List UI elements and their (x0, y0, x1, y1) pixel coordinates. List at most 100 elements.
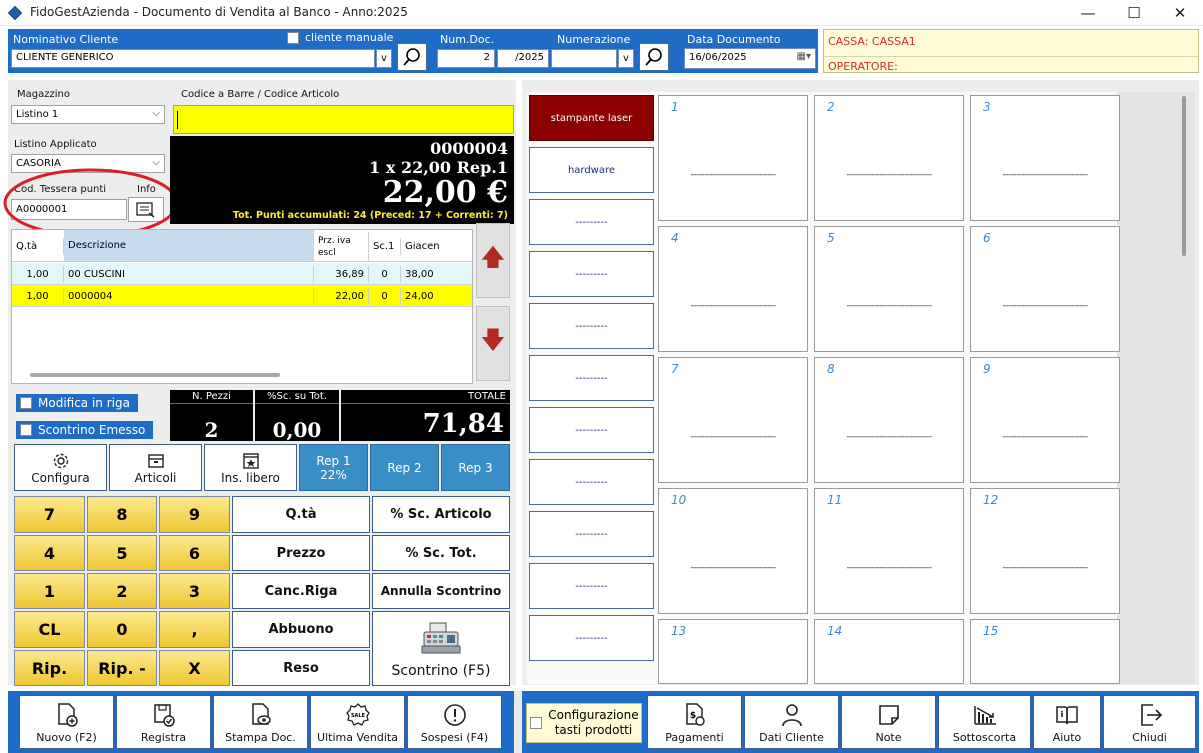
sc-articolo-button[interactable]: % Sc. Articolo (372, 496, 510, 533)
rep3-button[interactable]: Rep 3 (441, 444, 510, 491)
scroll-up-button[interactable]: 🡅 (476, 223, 510, 298)
category-empty[interactable]: --------- (529, 407, 654, 453)
stampa-doc-button[interactable]: Stampa Doc. (213, 695, 308, 749)
maximize-button[interactable]: ☐ (1111, 0, 1157, 26)
sottoscorta-button[interactable]: Sottoscorta (938, 695, 1031, 749)
key-rip-minus[interactable]: Rip. - (87, 650, 157, 686)
product-tile[interactable]: 9 ------------------------------- (970, 357, 1120, 483)
reso-button[interactable]: Reso (232, 650, 370, 686)
grid-header-qta[interactable]: Q.tà (12, 238, 64, 255)
annulla-scontrino-button[interactable]: Annulla Scontrino (372, 573, 510, 609)
product-tile[interactable]: 12 ------------------------------- (970, 488, 1120, 614)
product-tile[interactable]: 14 (814, 619, 964, 684)
category-hardware[interactable]: hardware (529, 147, 654, 193)
category-empty[interactable]: --------- (529, 355, 654, 401)
key-cl[interactable]: CL (14, 611, 85, 648)
product-tile[interactable]: 3 ------------------------------- (970, 95, 1120, 221)
numerazione-dropdown-button[interactable]: v (618, 49, 634, 68)
ins-libero-button[interactable]: Ins. libero (204, 444, 297, 491)
qta-button[interactable]: Q.tà (232, 496, 370, 533)
grid-header-giacenza[interactable]: Giacen (401, 238, 472, 255)
product-tile[interactable]: 2 ------------------------------- (814, 95, 964, 221)
product-tile[interactable]: 8 ------------------------------- (814, 357, 964, 483)
ultima-vendita-button[interactable]: SALE Ultima Vendita (310, 695, 405, 749)
aiuto-button[interactable]: i Aiuto (1033, 695, 1101, 749)
key-7[interactable]: 7 (14, 496, 85, 533)
scroll-down-button[interactable]: 🡇 (476, 306, 510, 381)
config-tasti-toggle[interactable]: Configurazione tasti prodotti (526, 703, 642, 743)
numerazione-input[interactable] (551, 49, 617, 68)
articoli-button[interactable]: Articoli (109, 444, 202, 491)
dati-cliente-button[interactable]: Dati Cliente (744, 695, 839, 749)
rep2-button[interactable]: Rep 2 (370, 444, 439, 491)
numerazione-search-button[interactable] (639, 43, 669, 71)
key-6[interactable]: 6 (159, 535, 230, 571)
cliente-input[interactable]: CLIENTE GENERICO (11, 49, 375, 68)
calendar-icon[interactable]: ▦▾ (797, 51, 811, 62)
key-9[interactable]: 9 (159, 496, 230, 533)
close-button[interactable]: ✕ (1157, 0, 1203, 26)
modifica-riga-toggle[interactable]: Modifica in riga (16, 394, 138, 412)
scontrino-button[interactable]: Scontrino (F5) (372, 611, 510, 686)
category-empty[interactable]: --------- (529, 615, 654, 661)
product-tile[interactable]: 6 ------------------------------- (970, 226, 1120, 352)
configura-button[interactable]: Configura (14, 444, 107, 491)
numdoc-input[interactable]: 2 (437, 49, 495, 68)
table-row[interactable]: 1,00 00 CUSCINI 36,89 0 38,00 (12, 263, 472, 285)
prezzo-button[interactable]: Prezzo (232, 535, 370, 571)
products-scrollbar[interactable] (1182, 96, 1186, 256)
key-1[interactable]: 1 (14, 573, 85, 609)
minimize-button[interactable]: — (1065, 0, 1111, 26)
product-tile[interactable]: 1 ------------------------------- (658, 95, 808, 221)
note-button[interactable]: Note (841, 695, 936, 749)
cliente-manuale-checkbox[interactable] (287, 32, 299, 44)
grid-header-prezzo[interactable]: Prz. iva escl (314, 232, 369, 262)
product-tile[interactable]: 10 ------------------------------- (658, 488, 808, 614)
sc-tot-button[interactable]: % Sc. Tot. (372, 535, 510, 571)
product-tile[interactable]: 11 ------------------------------- (814, 488, 964, 614)
product-tile[interactable]: 7 ------------------------------- (658, 357, 808, 483)
category-empty[interactable]: --------- (529, 459, 654, 505)
rep1-button[interactable]: Rep 1 22% (299, 444, 368, 491)
key-5[interactable]: 5 (87, 535, 157, 571)
magazzino-select[interactable]: Listino 1 ⌵ (11, 105, 165, 124)
product-tile[interactable]: 15 (970, 619, 1120, 684)
category-empty[interactable]: --------- (529, 199, 654, 245)
product-tile[interactable]: 5 ------------------------------- (814, 226, 964, 352)
table-row[interactable]: 1,00 0000004 22,00 0 24,00 (12, 285, 472, 307)
key-4[interactable]: 4 (14, 535, 85, 571)
scontrino-emesso-toggle[interactable]: Scontrino Emesso (16, 421, 153, 439)
key-x[interactable]: X (159, 650, 230, 686)
modifica-riga-checkbox[interactable] (20, 397, 32, 409)
scontrino-emesso-checkbox[interactable] (20, 424, 32, 436)
key-2[interactable]: 2 (87, 573, 157, 609)
product-tile[interactable]: 4 ------------------------------- (658, 226, 808, 352)
key-0[interactable]: 0 (87, 611, 157, 648)
grid-header-sconto[interactable]: Sc.1 (369, 238, 401, 255)
data-documento-input[interactable]: 16/06/2025 ▦▾ (684, 48, 816, 69)
category-stampante-laser[interactable]: stampante laser (529, 95, 654, 141)
category-empty[interactable]: --------- (529, 303, 654, 349)
registra-button[interactable]: Registra (116, 695, 211, 749)
pagamenti-button[interactable]: $ Pagamenti (647, 695, 742, 749)
product-tile[interactable]: 13 (658, 619, 808, 684)
sospesi-button[interactable]: Sospesi (F4) (407, 695, 502, 749)
key-3[interactable]: 3 (159, 573, 230, 609)
category-empty[interactable]: --------- (529, 251, 654, 297)
barcode-input[interactable] (173, 105, 514, 134)
key-comma[interactable]: , (159, 611, 230, 648)
grid-header-descrizione[interactable]: Descrizione (64, 230, 314, 261)
cliente-search-button[interactable] (397, 43, 427, 71)
config-tasti-checkbox[interactable] (530, 717, 542, 729)
category-empty[interactable]: --------- (529, 563, 654, 609)
category-empty[interactable]: --------- (529, 511, 654, 557)
grid-horizontal-scrollbar[interactable] (30, 373, 280, 377)
key-8[interactable]: 8 (87, 496, 157, 533)
chiudi-button[interactable]: Chiudi (1103, 695, 1196, 749)
articles-grid[interactable]: Q.tà Descrizione Prz. iva escl Sc.1 Giac… (11, 229, 473, 384)
abbuono-button[interactable]: Abbuono (232, 611, 370, 648)
canc-riga-button[interactable]: Canc.Riga (232, 573, 370, 609)
cliente-dropdown-button[interactable]: v (376, 49, 392, 68)
key-rip[interactable]: Rip. (14, 650, 85, 686)
nuovo-button[interactable]: Nuovo (F2) (19, 695, 114, 749)
